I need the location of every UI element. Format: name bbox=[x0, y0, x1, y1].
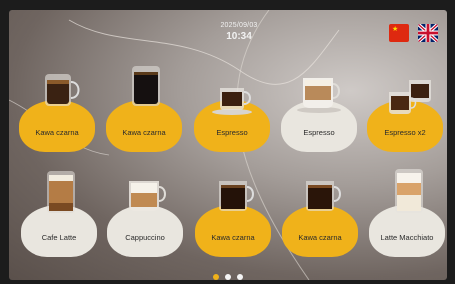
drink-tile-kawa-czarna[interactable]: Kawa czarna bbox=[17, 70, 97, 160]
page-dot-1[interactable] bbox=[213, 274, 219, 280]
drink-tile-cappuccino[interactable]: Cappuccino bbox=[105, 175, 185, 265]
date-text: 2025/09/03 bbox=[220, 22, 258, 29]
glass-mug-icon bbox=[306, 181, 341, 211]
drink-label: Kawa czarna bbox=[122, 128, 166, 137]
glass-mug-icon bbox=[45, 74, 80, 106]
drink-label: Espresso bbox=[216, 128, 248, 137]
chinese-flag-icon[interactable]: ★ bbox=[389, 24, 409, 42]
time-text: 10:34 bbox=[226, 31, 252, 42]
drink-label: Kawa czarna bbox=[298, 233, 342, 242]
drink-tile-espresso[interactable]: Espresso bbox=[279, 70, 359, 160]
drink-tile-latte-macchiato[interactable]: Latte Macchiato bbox=[367, 169, 447, 265]
drink-label: Cafe Latte bbox=[41, 233, 77, 242]
drink-label: Kawa czarna bbox=[211, 233, 255, 242]
tall-glass-icon bbox=[132, 66, 160, 106]
glass-mug-icon bbox=[219, 181, 254, 211]
clock: 2025/09/03 10:34 bbox=[209, 22, 269, 42]
drink-tile-espresso[interactable]: Espresso bbox=[192, 70, 272, 160]
touch-screen: 2025/09/03 10:34 ★ Kawa czarna Kawa czar… bbox=[9, 10, 447, 280]
drink-label: Cappuccino bbox=[125, 233, 165, 242]
cream-cup-icon bbox=[297, 78, 341, 113]
page-dot-3[interactable] bbox=[237, 274, 243, 280]
latte-glass-icon bbox=[47, 171, 75, 213]
drink-tile-espresso-x2[interactable]: Espresso x2 bbox=[365, 70, 445, 160]
uk-flag-icon[interactable] bbox=[418, 24, 438, 42]
drink-label: Kawa czarna bbox=[35, 128, 79, 137]
drink-tile-cafe-latte[interactable]: Cafe Latte bbox=[19, 171, 99, 265]
drink-label: Espresso x2 bbox=[384, 128, 426, 137]
page-dot-2[interactable] bbox=[225, 274, 231, 280]
drink-label: Espresso bbox=[303, 128, 335, 137]
small-cup-icon bbox=[212, 88, 252, 115]
drink-tile-kawa-czarna[interactable]: Kawa czarna bbox=[280, 175, 360, 265]
drink-label: Latte Macchiato bbox=[380, 233, 434, 242]
drink-tile-kawa-czarna[interactable]: Kawa czarna bbox=[104, 66, 184, 160]
double-cup-icon bbox=[389, 80, 431, 114]
macchiato-glass-icon bbox=[395, 169, 423, 213]
foam-cup-icon bbox=[129, 181, 166, 211]
drink-tile-kawa-czarna[interactable]: Kawa czarna bbox=[193, 175, 273, 265]
